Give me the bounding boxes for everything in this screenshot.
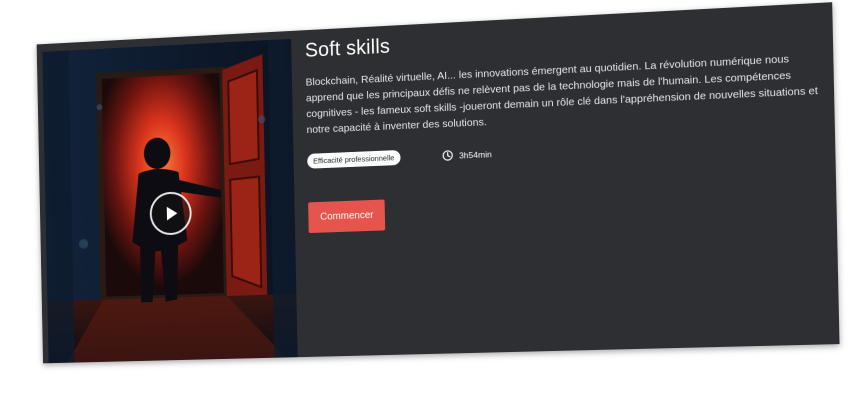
course-meta: Efficacité professionnelle 3h54min [307,132,821,169]
start-button[interactable]: Commencer [308,199,386,234]
course-duration: 3h54min [442,148,492,161]
course-card: Soft skills Blockchain, Réalité virtuell… [36,2,840,364]
course-description: Blockchain, Réalité virtuelle, AI... les… [305,53,818,137]
course-thumbnail[interactable] [42,38,298,364]
clock-icon [442,150,453,161]
category-tag[interactable]: Efficacité professionnelle [307,149,401,169]
course-details: Soft skills Blockchain, Réalité virtuell… [305,13,823,234]
duration-label: 3h54min [458,148,492,161]
stage: Soft skills Blockchain, Réalité virtuell… [0,0,854,396]
play-icon [166,206,178,221]
